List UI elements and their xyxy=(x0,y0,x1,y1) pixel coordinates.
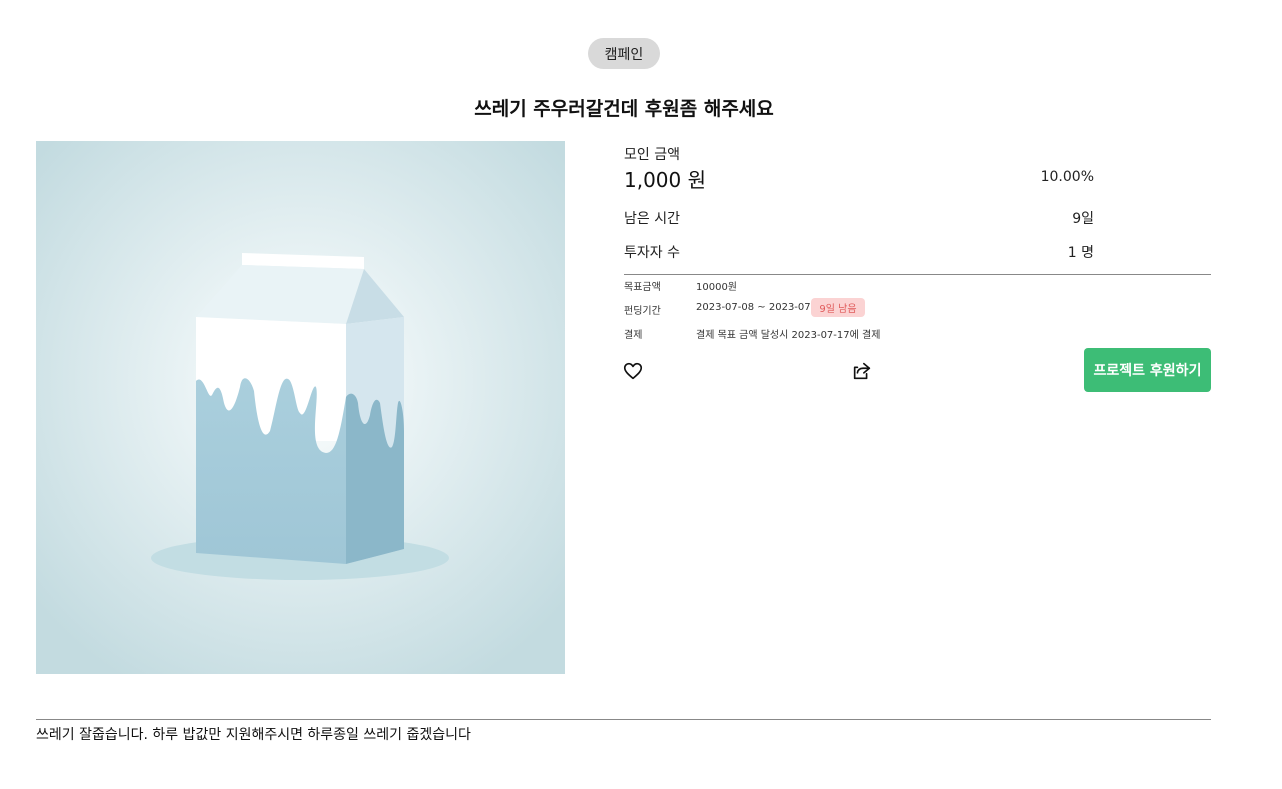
support-project-button[interactable]: 프로젝트 후원하기 xyxy=(1084,348,1211,392)
heart-icon[interactable] xyxy=(622,360,644,382)
share-icon[interactable] xyxy=(851,360,873,382)
goal-label: 목표금액 xyxy=(624,282,661,293)
investors-value: 1 명 xyxy=(1067,245,1094,261)
period-label: 펀딩기간 xyxy=(624,306,661,317)
project-description: 쓰레기 잘줍습니다. 하루 밥값만 지원해주시면 하루종일 쓰레기 줍겠습니다 xyxy=(36,727,471,743)
remaining-value: 9일 xyxy=(1072,211,1094,227)
funding-percent: 10.00% xyxy=(1040,169,1094,185)
description-divider xyxy=(36,719,1211,720)
payment-label: 결제 xyxy=(624,330,643,341)
period-value: 2023-07-08 ~ 2023-07-17 xyxy=(696,302,827,313)
investors-label: 투자자 수 xyxy=(624,245,680,261)
goal-value: 10000원 xyxy=(696,282,738,293)
category-badge: 캠페인 xyxy=(588,38,660,69)
project-title: 쓰레기 주우러갈건데 후원좀 해주세요 xyxy=(474,98,774,120)
project-image xyxy=(36,141,565,674)
payment-value: 결제 목표 금액 달성시 2023-07-17에 결제 xyxy=(696,330,881,341)
remaining-label: 남은 시간 xyxy=(624,211,680,227)
days-left-badge: 9일 남음 xyxy=(811,298,865,317)
raised-label: 모인 금액 xyxy=(624,147,680,163)
stats-divider xyxy=(624,274,1211,275)
raised-amount: 1,000 원 xyxy=(624,168,707,192)
